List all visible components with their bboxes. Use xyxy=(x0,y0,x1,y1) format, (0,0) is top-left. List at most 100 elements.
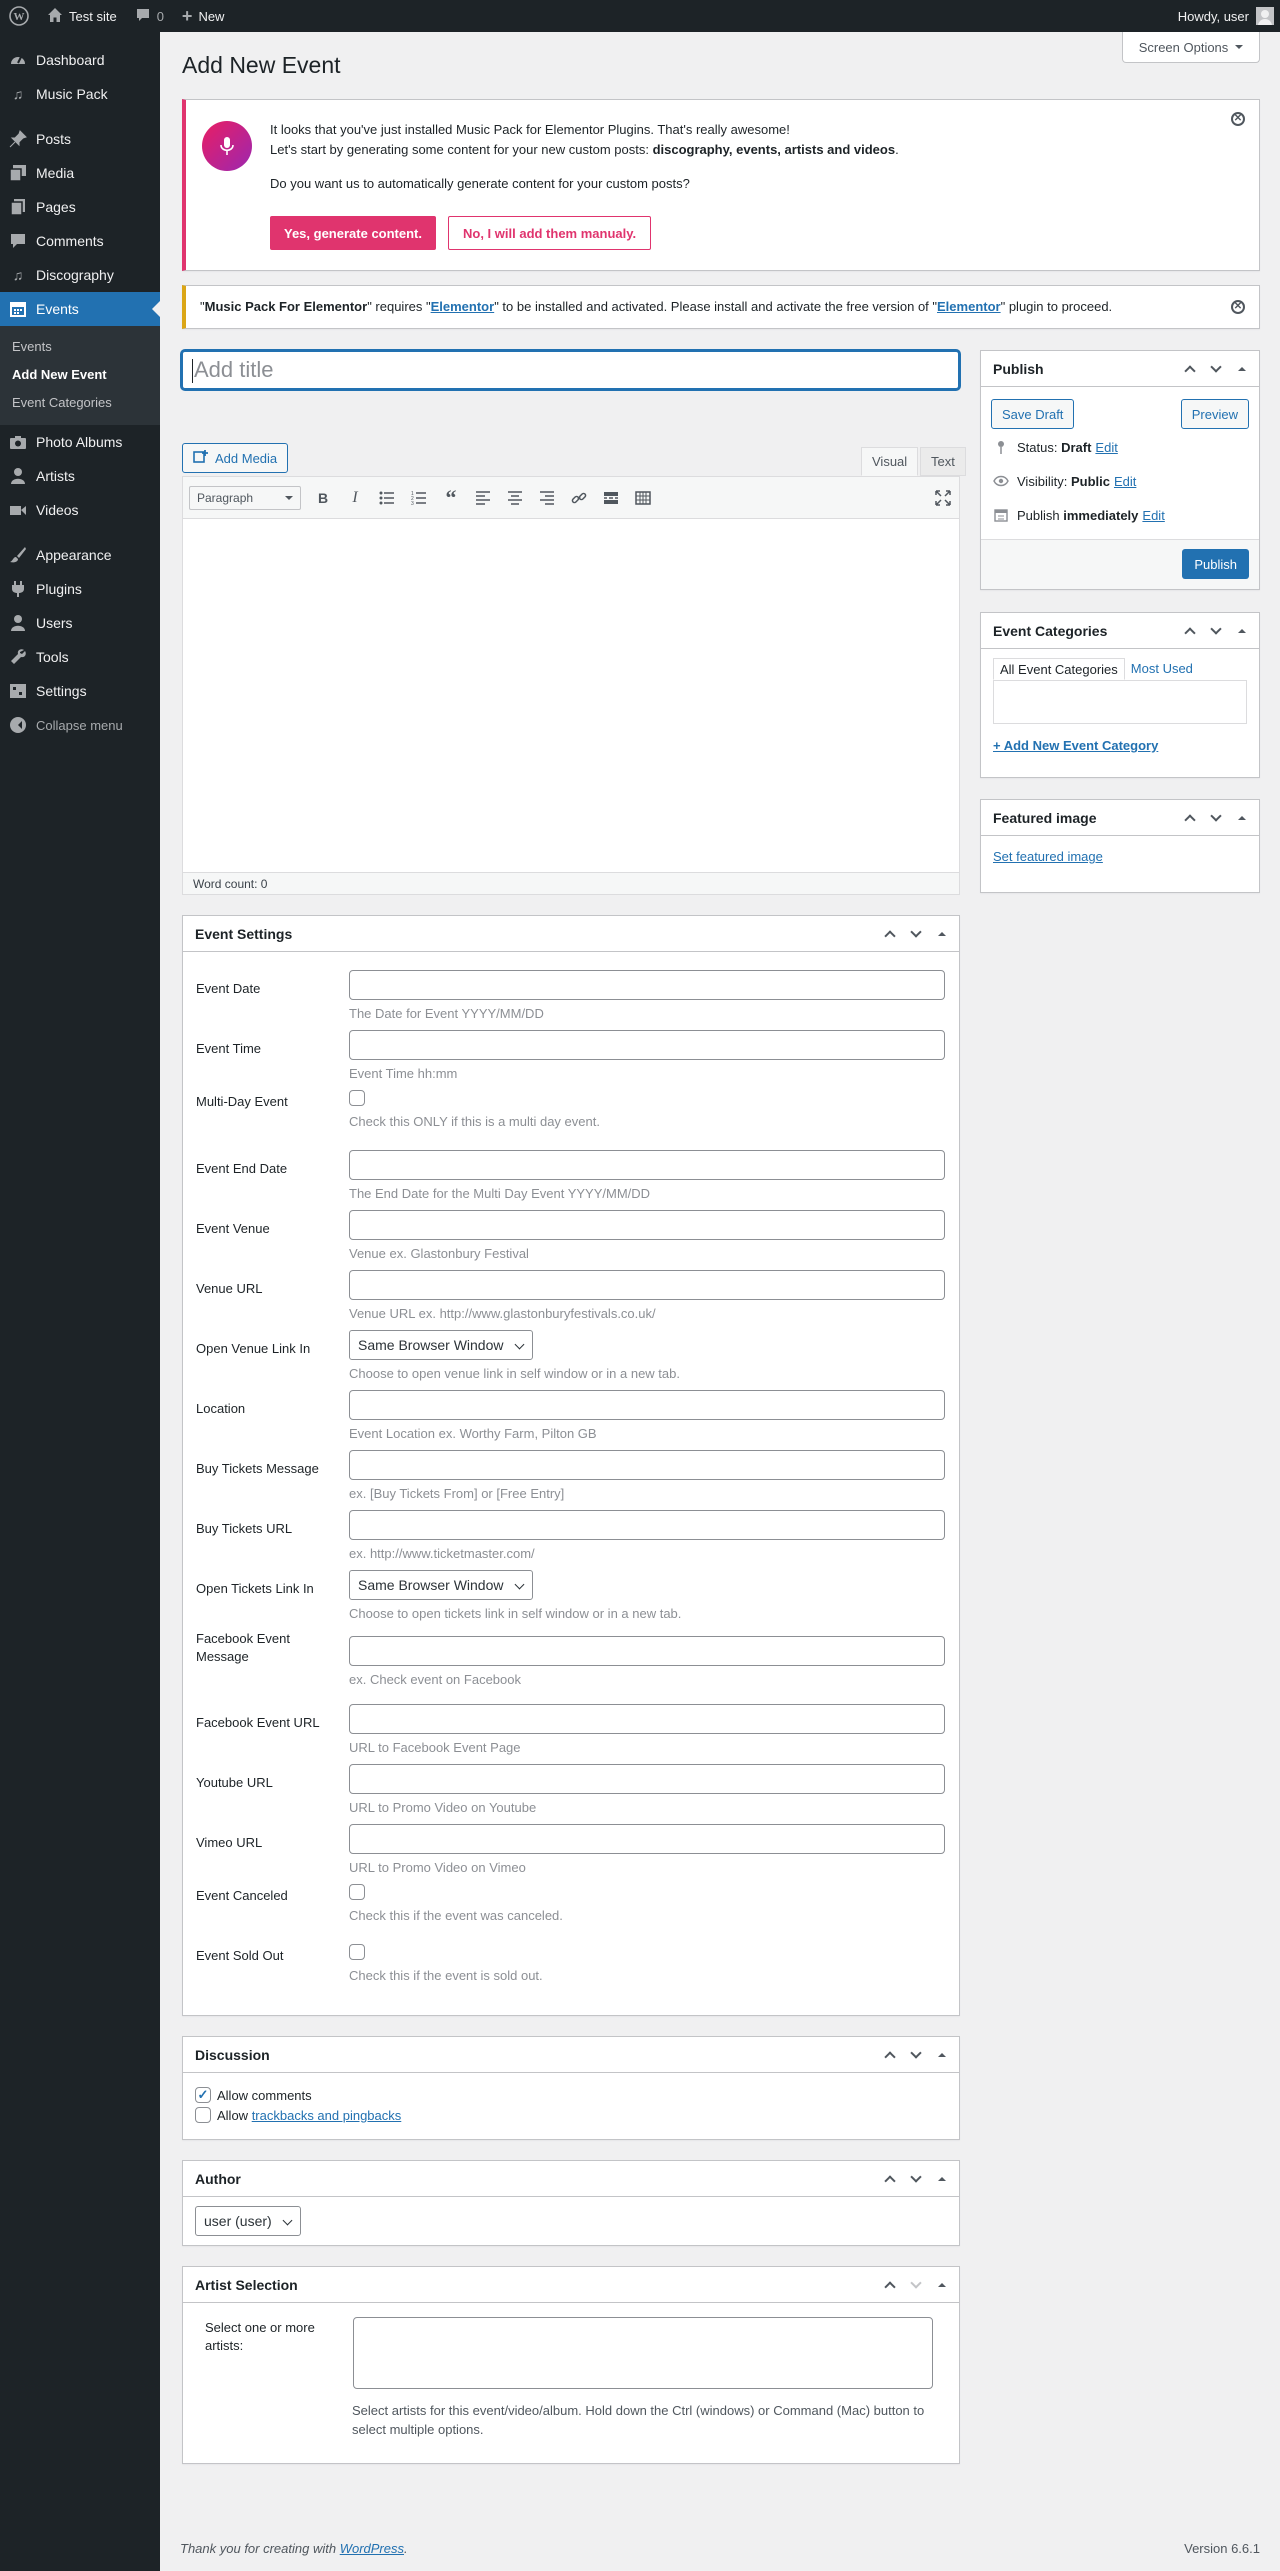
trackbacks-link[interactable]: trackbacks and pingbacks xyxy=(252,2108,402,2123)
move-down-icon[interactable] xyxy=(1203,800,1229,836)
move-up-icon[interactable] xyxy=(877,2267,903,2303)
numbered-list-icon[interactable]: 123 xyxy=(403,483,435,513)
toggle-panel-icon[interactable] xyxy=(929,2037,955,2073)
field-input[interactable] xyxy=(349,1270,945,1300)
collapse-menu-button[interactable]: Collapse menu xyxy=(0,708,160,742)
align-right-icon[interactable] xyxy=(531,483,563,513)
bold-icon[interactable]: B xyxy=(307,483,339,513)
menu-item-pages[interactable]: Pages xyxy=(0,190,160,224)
add-new-category-link[interactable]: + Add New Event Category xyxy=(993,738,1158,753)
menu-item-tools[interactable]: Tools xyxy=(0,640,160,674)
my-account-link[interactable]: Howdy, user xyxy=(1169,0,1280,32)
menu-item-events[interactable]: Events xyxy=(0,292,160,326)
allow-pingbacks-option[interactable]: Allow trackbacks and pingbacks xyxy=(195,2107,401,2123)
artist-selection-header[interactable]: Artist Selection xyxy=(183,2267,959,2303)
italic-icon[interactable]: I xyxy=(339,483,371,513)
toggle-panel-icon[interactable] xyxy=(929,916,955,952)
dismiss-notice-icon[interactable]: ✕ xyxy=(1231,300,1245,314)
site-name-link[interactable]: Test site xyxy=(38,0,126,32)
move-down-icon[interactable] xyxy=(903,916,929,952)
discussion-header[interactable]: Discussion xyxy=(183,2037,959,2073)
field-input[interactable] xyxy=(349,1636,945,1666)
move-down-icon[interactable] xyxy=(903,2037,929,2073)
menu-item-comments[interactable]: Comments xyxy=(0,224,160,258)
toggle-panel-icon[interactable] xyxy=(1229,613,1255,649)
read-more-icon[interactable] xyxy=(595,483,627,513)
comments-link[interactable]: 0 xyxy=(126,0,173,32)
field-input[interactable] xyxy=(349,1150,945,1180)
menu-item-photo-albums[interactable]: Photo Albums xyxy=(0,425,160,459)
link-target-select[interactable]: Same Browser Window xyxy=(349,1330,533,1360)
edit-visibility-link[interactable]: Edit xyxy=(1114,474,1136,489)
move-up-icon[interactable] xyxy=(1177,800,1203,836)
align-center-icon[interactable] xyxy=(499,483,531,513)
add-media-button[interactable]: Add Media xyxy=(182,443,289,473)
event-settings-header[interactable]: Event Settings xyxy=(183,916,959,952)
field-checkbox[interactable] xyxy=(349,1090,365,1106)
preview-button[interactable]: Preview xyxy=(1180,399,1249,429)
move-up-icon[interactable] xyxy=(877,2161,903,2197)
elementor-link[interactable]: Elementor xyxy=(431,299,495,314)
submenu-item-event-categories[interactable]: Event Categories xyxy=(0,389,160,417)
featured-image-header[interactable]: Featured image xyxy=(981,800,1259,836)
dismiss-notice-icon[interactable]: ✕ xyxy=(1231,112,1245,126)
bullet-list-icon[interactable] xyxy=(371,483,403,513)
field-input[interactable] xyxy=(349,1510,945,1540)
move-up-icon[interactable] xyxy=(1177,613,1203,649)
move-down-icon[interactable] xyxy=(903,2267,929,2303)
field-input[interactable] xyxy=(349,1030,945,1060)
allow-pingbacks-checkbox[interactable] xyxy=(195,2107,211,2123)
new-content-link[interactable]: + New xyxy=(173,0,234,32)
publish-header[interactable]: Publish xyxy=(981,351,1259,387)
menu-item-settings[interactable]: Settings xyxy=(0,674,160,708)
move-up-icon[interactable] xyxy=(877,916,903,952)
toolbar-toggle-icon[interactable] xyxy=(627,483,659,513)
post-title-input[interactable]: Add title xyxy=(181,350,960,390)
field-checkbox[interactable] xyxy=(349,1884,365,1900)
edit-publish-time-link[interactable]: Edit xyxy=(1142,508,1164,523)
menu-item-artists[interactable]: Artists xyxy=(0,459,160,493)
menu-item-dashboard[interactable]: Dashboard xyxy=(0,43,160,77)
field-input[interactable] xyxy=(349,1390,945,1420)
allow-comments-option[interactable]: ✓ Allow comments xyxy=(195,2087,312,2103)
save-draft-button[interactable]: Save Draft xyxy=(991,399,1075,429)
event-categories-header[interactable]: Event Categories xyxy=(981,613,1259,649)
move-up-icon[interactable] xyxy=(877,2037,903,2073)
menu-item-users[interactable]: Users xyxy=(0,606,160,640)
menu-item-plugins[interactable]: Plugins xyxy=(0,572,160,606)
fullscreen-icon[interactable] xyxy=(927,483,959,513)
field-input[interactable] xyxy=(349,1824,945,1854)
align-left-icon[interactable] xyxy=(467,483,499,513)
set-featured-image-link[interactable]: Set featured image xyxy=(993,849,1103,864)
move-up-icon[interactable] xyxy=(1177,351,1203,387)
menu-item-appearance[interactable]: Appearance xyxy=(0,538,160,572)
toggle-panel-icon[interactable] xyxy=(1229,351,1255,387)
author-select[interactable]: user (user) xyxy=(195,2206,301,2236)
content-editor[interactable]: Paragraph B I 123 “ Word count: 0 xyxy=(182,476,960,895)
wordpress-logo-icon[interactable]: W xyxy=(0,0,38,32)
move-down-icon[interactable] xyxy=(1203,613,1229,649)
menu-item-videos[interactable]: Videos xyxy=(0,493,160,527)
field-input[interactable] xyxy=(349,1210,945,1240)
publish-button[interactable]: Publish xyxy=(1182,549,1249,579)
add-manually-button[interactable]: No, I will add them manualy. xyxy=(448,216,652,250)
toggle-panel-icon[interactable] xyxy=(1229,800,1255,836)
author-header[interactable]: Author xyxy=(183,2161,959,2197)
toggle-panel-icon[interactable] xyxy=(929,2161,955,2197)
link-target-select[interactable]: Same Browser Window xyxy=(349,1570,533,1600)
submenu-item-events[interactable]: Events xyxy=(0,333,160,361)
move-down-icon[interactable] xyxy=(903,2161,929,2197)
move-down-icon[interactable] xyxy=(1203,351,1229,387)
allow-comments-checkbox[interactable]: ✓ xyxy=(195,2087,211,2103)
menu-item-posts[interactable]: Posts xyxy=(0,122,160,156)
tab-most-used[interactable]: Most Used xyxy=(1125,658,1199,680)
edit-status-link[interactable]: Edit xyxy=(1095,440,1117,455)
generate-content-button[interactable]: Yes, generate content. xyxy=(270,216,436,250)
link-icon[interactable] xyxy=(563,483,595,513)
tab-all-event-categories[interactable]: All Event Categories xyxy=(993,658,1125,680)
field-checkbox[interactable] xyxy=(349,1944,365,1960)
menu-item-discography[interactable]: ♫ Discography xyxy=(0,258,160,292)
field-input[interactable] xyxy=(349,970,945,1000)
wordpress-link[interactable]: WordPress xyxy=(340,2541,404,2556)
tab-visual[interactable]: Visual xyxy=(861,447,919,476)
